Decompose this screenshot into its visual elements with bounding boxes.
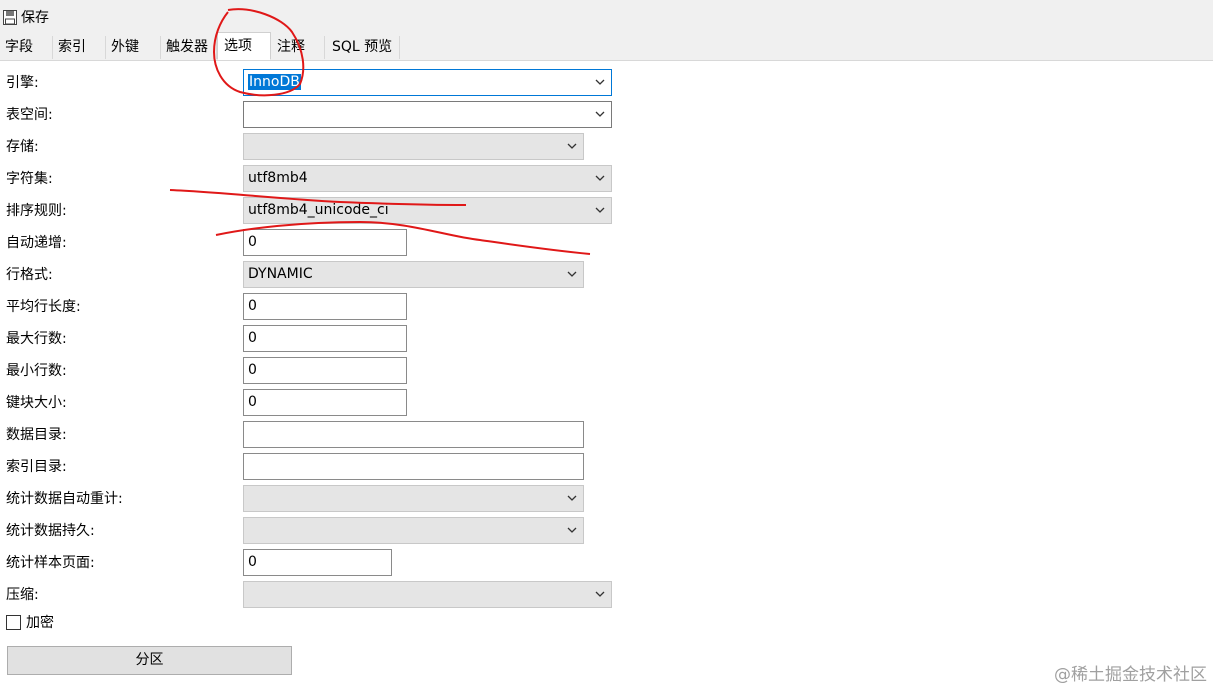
row-format-value: DYNAMIC bbox=[248, 266, 313, 282]
encryption-checkbox[interactable] bbox=[6, 615, 21, 630]
engine-value: InnoDB bbox=[248, 74, 301, 90]
min-rows-label: 最小行数: bbox=[6, 363, 67, 379]
stats-auto-recalc-select[interactable] bbox=[243, 485, 584, 512]
save-label: 保存 bbox=[21, 10, 49, 26]
auto-increment-input[interactable]: 0 bbox=[243, 229, 407, 256]
collation-label: 排序规则: bbox=[6, 203, 67, 219]
chevron-down-icon bbox=[567, 495, 577, 501]
stats-persistent-label: 统计数据持久: bbox=[6, 523, 95, 539]
chevron-down-icon bbox=[595, 111, 605, 117]
avg-row-length-label: 平均行长度: bbox=[6, 299, 81, 315]
chevron-down-icon bbox=[595, 207, 605, 213]
stats-auto-recalc-label: 统计数据自动重计: bbox=[6, 491, 123, 507]
stats-persistent-select[interactable] bbox=[243, 517, 584, 544]
save-button[interactable]: 保存 bbox=[3, 6, 49, 28]
chevron-down-icon bbox=[595, 79, 605, 85]
key-block-size-label: 键块大小: bbox=[6, 395, 67, 411]
tab-triggers[interactable]: 触发器 bbox=[161, 36, 217, 59]
chevron-down-icon bbox=[595, 175, 605, 181]
charset-value: utf8mb4 bbox=[248, 170, 308, 186]
chevron-down-icon bbox=[567, 271, 577, 277]
max-rows-input[interactable]: 0 bbox=[243, 325, 407, 352]
tab-bar: 字段 索引 外键 触发器 选项 注释 SQL 预览 bbox=[0, 32, 1213, 61]
index-directory-input[interactable] bbox=[243, 453, 584, 480]
engine-select[interactable]: InnoDB bbox=[243, 69, 612, 96]
max-rows-label: 最大行数: bbox=[6, 331, 67, 347]
row-format-label: 行格式: bbox=[6, 267, 53, 283]
compression-select[interactable] bbox=[243, 581, 612, 608]
index-directory-label: 索引目录: bbox=[6, 459, 67, 475]
chevron-down-icon bbox=[595, 591, 605, 597]
row-format-select[interactable]: DYNAMIC bbox=[243, 261, 584, 288]
data-directory-input[interactable] bbox=[243, 421, 584, 448]
tab-sql-preview[interactable]: SQL 预览 bbox=[325, 36, 400, 59]
encryption-label: 加密 bbox=[26, 615, 54, 631]
tablespace-label: 表空间: bbox=[6, 107, 53, 123]
chevron-down-icon bbox=[567, 143, 577, 149]
chevron-down-icon bbox=[567, 527, 577, 533]
data-directory-label: 数据目录: bbox=[6, 427, 67, 443]
watermark: @稀土掘金技术社区 bbox=[1054, 665, 1207, 685]
tab-fields[interactable]: 字段 bbox=[0, 36, 53, 59]
engine-label: 引擎: bbox=[6, 75, 39, 91]
charset-select[interactable]: utf8mb4 bbox=[243, 165, 612, 192]
compression-label: 压缩: bbox=[6, 587, 39, 603]
avg-row-length-input[interactable]: 0 bbox=[243, 293, 407, 320]
tablespace-select[interactable] bbox=[243, 101, 612, 128]
min-rows-input[interactable]: 0 bbox=[243, 357, 407, 384]
toolbar: 保存 bbox=[0, 0, 1213, 34]
save-icon bbox=[3, 9, 17, 25]
stats-sample-pages-input[interactable]: 0 bbox=[243, 549, 392, 576]
tab-options[interactable]: 选项 bbox=[217, 32, 271, 60]
charset-label: 字符集: bbox=[6, 171, 53, 187]
collation-value: utf8mb4_unicode_ci bbox=[248, 202, 389, 218]
stats-sample-pages-label: 统计样本页面: bbox=[6, 555, 95, 571]
collation-select[interactable]: utf8mb4_unicode_ci bbox=[243, 197, 612, 224]
tab-foreign-keys[interactable]: 外键 bbox=[106, 36, 161, 59]
storage-label: 存储: bbox=[6, 139, 39, 155]
tab-indexes[interactable]: 索引 bbox=[53, 36, 106, 59]
storage-select[interactable] bbox=[243, 133, 584, 160]
key-block-size-input[interactable]: 0 bbox=[243, 389, 407, 416]
partition-button[interactable]: 分区 bbox=[7, 646, 292, 675]
auto-increment-label: 自动递增: bbox=[6, 235, 67, 251]
tab-comments[interactable]: 注释 bbox=[271, 36, 325, 59]
